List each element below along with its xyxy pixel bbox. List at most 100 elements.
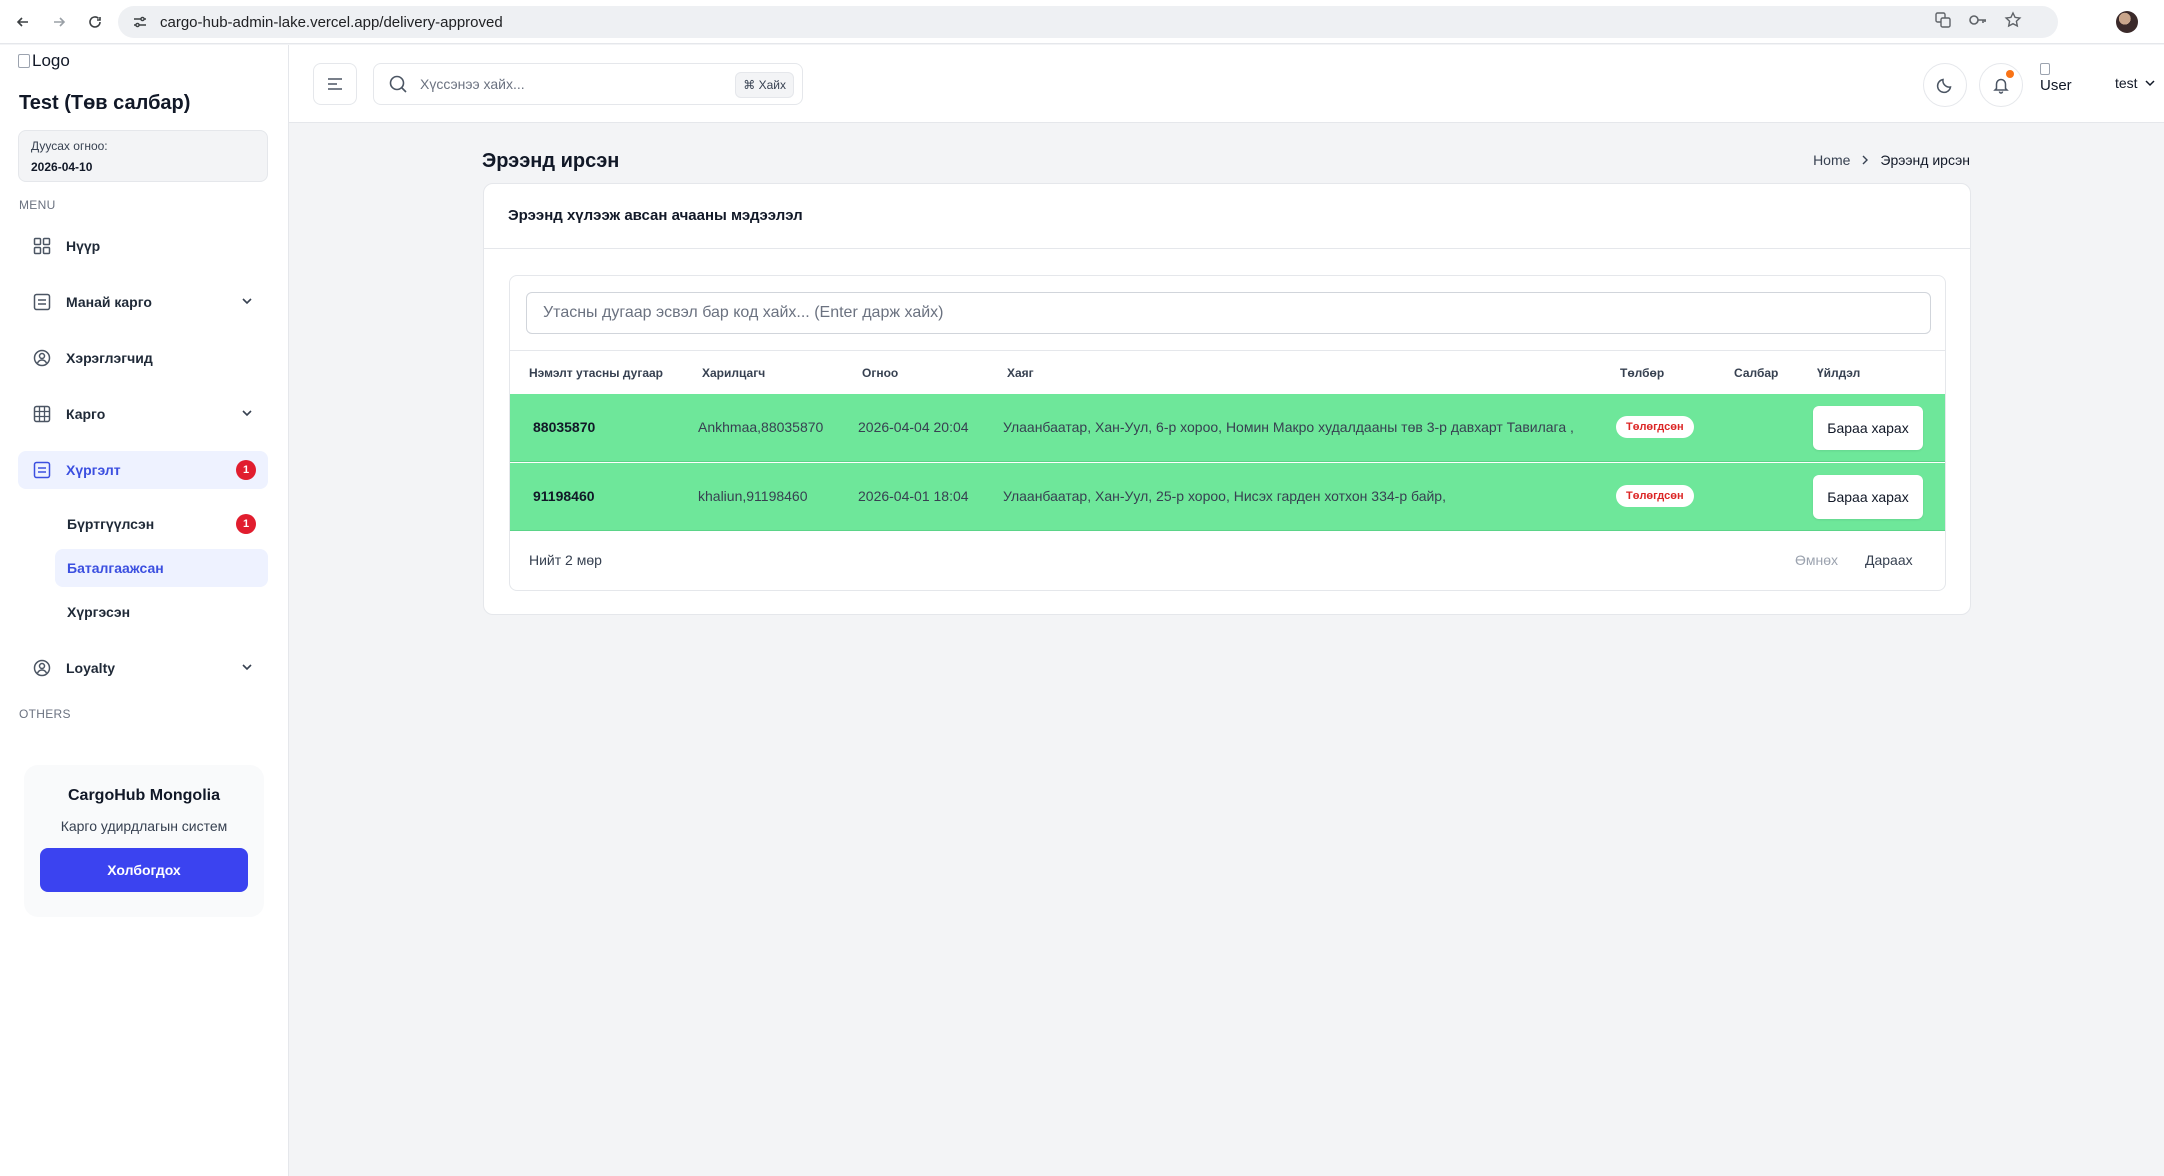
sidebar-item-label: Хүргэлт (66, 462, 121, 478)
breadcrumb-current: Эрээнд ирсэн (1880, 152, 1970, 168)
sidebar-subitem-label: Хүргэсэн (67, 604, 131, 620)
promo-title: CargoHub Mongolia (68, 787, 220, 804)
sidebar-item-label: Нүүр (66, 238, 101, 254)
branch-title: Test (Төв салбар) (19, 92, 191, 114)
avatar-alt-text: User (2040, 77, 2072, 94)
expiry-date: 2026-04-10 (31, 160, 93, 174)
list-icon (32, 292, 52, 312)
expiry-label: Дуусах огноо: (31, 139, 108, 153)
chevron-down-icon (240, 406, 254, 423)
view-goods-button[interactable]: Бараа харах (1813, 406, 1923, 450)
sidebar-subitem-label: Баталгаажсан (67, 560, 164, 576)
top-header: Хүссэнээ хайх... ⌘ Хайх User test (289, 45, 2164, 123)
menu-toggle-button[interactable] (313, 63, 357, 105)
address-bar[interactable]: cargo-hub-admin-lake.vercel.app/delivery… (118, 6, 2058, 38)
sidebar-item-label: Манай карго (66, 294, 152, 310)
column-header: Хаяг (1007, 366, 1034, 380)
table-header: Нэмэлт утасны дугаар Харилцагч Огноо Хая… (510, 350, 1945, 394)
chevron-down-icon (240, 660, 254, 677)
user-name: test (2115, 75, 2138, 91)
card-title: Эрээнд хүлээж авсан ачааны мэдээлэл (484, 184, 1970, 249)
promo-card: CargoHub Mongolia Карго удирдлагын систе… (24, 765, 264, 917)
dark-mode-toggle[interactable] (1923, 63, 1967, 107)
chevron-down-icon (2145, 80, 2155, 87)
notification-badge: 1 (236, 460, 256, 480)
sidebar-subitem-registered[interactable]: Бүртгүүлсэн 1 (55, 505, 268, 543)
forward-icon[interactable] (44, 7, 74, 37)
view-goods-button[interactable]: Бараа харах (1813, 475, 1923, 519)
bell-icon (1993, 78, 2009, 94)
notifications-button[interactable] (1979, 63, 2023, 107)
column-header: Нэмэлт утасны дугаар (529, 366, 664, 380)
user-circle-icon (32, 658, 52, 678)
sidebar-subitem-delivered[interactable]: Хүргэсэн (55, 593, 268, 631)
others-section-label: OTHERS (19, 707, 71, 721)
phone-cell: 91198460 (533, 488, 595, 504)
customer-cell: khaliun,91198460 (698, 488, 808, 504)
payment-status-badge: Төлөгдсөн (1616, 416, 1694, 438)
sidebar-item-label: Loyalty (66, 660, 116, 676)
grid-icon (32, 236, 52, 256)
expiry-info: Дуусах огноо: 2026-04-10 (18, 130, 268, 182)
next-page-button[interactable]: Дараах (1865, 552, 1913, 568)
address-cell: Улаанбаатар, Хан-Уул, 25-р хороо, Нисэх … (1003, 488, 1446, 504)
shipment-card: Эрээнд хүлээж авсан ачааны мэдээлэл Утас… (483, 183, 1971, 615)
shipment-table: Утасны дугаар эсвэл бар код хайх... (Ent… (509, 275, 1946, 591)
back-icon[interactable] (8, 7, 38, 37)
address-cell: Улаанбаатар, Хан-Уул, 6-р хороо, Номин М… (1003, 419, 1574, 435)
user-circle-icon (32, 348, 52, 368)
reload-icon[interactable] (80, 7, 110, 37)
avatar[interactable]: User (2040, 62, 2072, 94)
star-icon[interactable] (2004, 10, 2022, 34)
breadcrumb: Home Эрээнд ирсэн (1813, 152, 1970, 168)
sidebar-item-users[interactable]: Хэрэглэгчид (18, 339, 268, 377)
key-icon[interactable] (1968, 11, 1988, 34)
table-row[interactable]: 88035870 Ankhmaa,88035870 2026-04-04 20:… (510, 394, 1945, 462)
chevron-down-icon (240, 294, 254, 311)
customer-cell: Ankhmaa,88035870 (698, 419, 824, 435)
site-settings-icon[interactable] (130, 12, 150, 32)
promo-subtitle: Карго удирдлагын систем (60, 818, 228, 834)
payment-status-badge: Төлөгдсөн (1616, 485, 1694, 507)
broken-image-icon (2040, 63, 2050, 75)
logo[interactable]: Logo (18, 51, 70, 71)
sidebar-item-home[interactable]: Нүүр (18, 227, 268, 265)
column-header: Огноо (862, 366, 899, 380)
sidebar-subitem-approved[interactable]: Баталгаажсан (55, 549, 268, 587)
sidebar-item-cargo[interactable]: Карго (18, 395, 268, 433)
menu-section-label: MENU (19, 198, 56, 212)
sidebar-item-delivery[interactable]: Хүргэлт 1 (18, 451, 268, 489)
broken-image-icon (18, 54, 30, 68)
table-footer: Нийт 2 мөр Өмнөх Дараах (510, 530, 1945, 590)
date-cell: 2026-04-01 18:04 (858, 488, 969, 504)
list-icon (32, 460, 52, 480)
page-title: Эрээнд ирсэн (482, 150, 620, 172)
sidebar-subitem-label: Бүртгүүлсэн (67, 516, 155, 532)
browser-toolbar: cargo-hub-admin-lake.vercel.app/delivery… (0, 0, 2164, 44)
moon-icon (1936, 78, 1952, 94)
menu-lines-icon (328, 78, 342, 90)
user-menu[interactable]: test (2115, 75, 2156, 91)
breadcrumb-home[interactable]: Home (1813, 152, 1850, 168)
sidebar: Logo Test (Төв салбар) Дуусах огноо: 202… (0, 45, 289, 1176)
logo-alt-text: Logo (32, 51, 70, 70)
table-search-input[interactable]: Утасны дугаар эсвэл бар код хайх... (Ent… (526, 292, 1931, 334)
column-header: Төлбөр (1620, 366, 1665, 380)
table-row[interactable]: 91198460 khaliun,91198460 2026-04-01 18:… (510, 463, 1945, 531)
phone-cell: 88035870 (533, 419, 596, 435)
sidebar-item-label: Карго (66, 406, 106, 422)
profile-avatar[interactable] (2116, 11, 2138, 33)
url-text: cargo-hub-admin-lake.vercel.app/delivery… (160, 13, 503, 31)
contact-button[interactable]: Холбогдох (40, 848, 248, 892)
column-header: Харилцагч (702, 366, 766, 380)
column-header: Салбар (1734, 366, 1779, 380)
table-icon (32, 404, 52, 424)
column-header: Үйлдэл (1817, 366, 1861, 380)
translate-icon[interactable] (1934, 11, 1952, 34)
search-input[interactable]: Хүссэнээ хайх... ⌘ Хайх (373, 63, 803, 105)
previous-page-button[interactable]: Өмнөх (1795, 552, 1838, 568)
sidebar-item-our-cargo[interactable]: Манай карго (18, 283, 268, 321)
date-cell: 2026-04-04 20:04 (858, 419, 969, 435)
sidebar-item-loyalty[interactable]: Loyalty (18, 649, 268, 687)
notification-badge: 1 (236, 514, 256, 534)
